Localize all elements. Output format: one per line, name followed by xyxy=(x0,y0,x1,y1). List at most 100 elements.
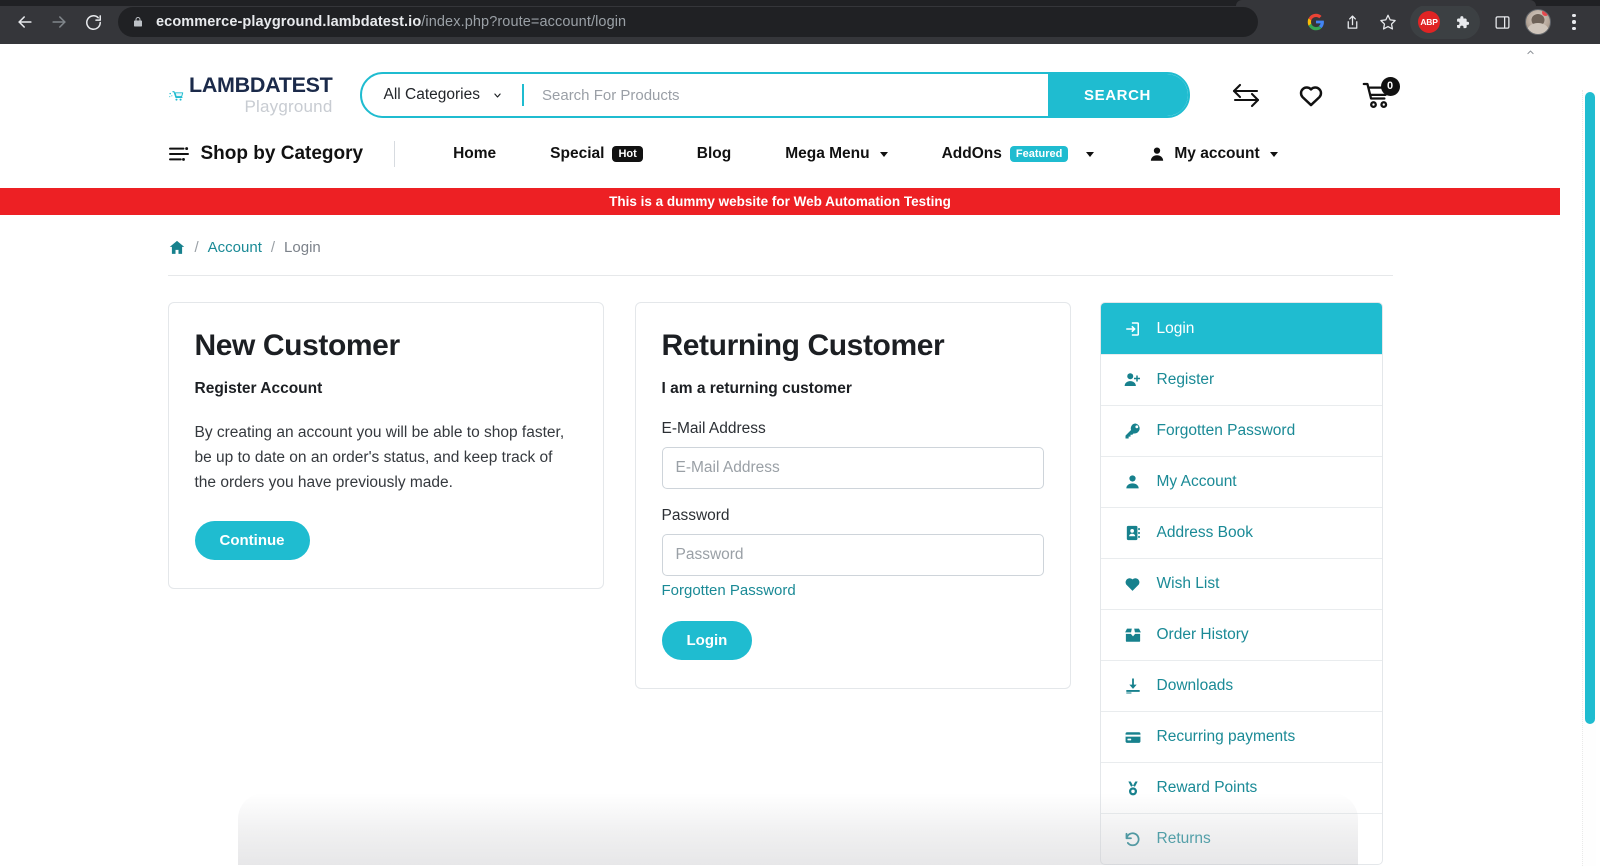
wishlist-heart-icon[interactable] xyxy=(1296,82,1326,109)
new-customer-card: New Customer Register Account By creatin… xyxy=(167,302,604,590)
address-book-icon xyxy=(1123,524,1143,542)
site-logo[interactable]: LAMBDATEST Playground xyxy=(168,74,333,116)
password-field-group: Password xyxy=(661,507,1044,576)
password-input[interactable] xyxy=(661,534,1044,576)
nav-item-label: Blog xyxy=(696,145,732,162)
download-icon xyxy=(1123,677,1143,695)
browser-toolbar-actions: ABP xyxy=(1298,4,1600,40)
sidebar-item-label: My Account xyxy=(1156,473,1237,490)
breadcrumb-current: Login xyxy=(284,239,321,256)
email-input[interactable] xyxy=(661,447,1044,489)
chevron-down-icon xyxy=(494,92,501,98)
three-dots-icon xyxy=(1572,13,1576,31)
user-icon xyxy=(1123,473,1143,491)
forgotten-password-link[interactable]: Forgotten Password xyxy=(662,582,796,599)
sidebar-item-label: Downloads xyxy=(1156,677,1234,694)
sidebar-item-wish-list[interactable]: Wish List xyxy=(1100,558,1382,609)
chevron-down-icon xyxy=(879,151,888,157)
forward-button[interactable] xyxy=(42,5,76,39)
nav-item-label: My account xyxy=(1174,145,1260,162)
page-viewport: LAMBDATEST Playground All Categories Sea… xyxy=(0,44,1600,866)
nav-item-mega-menu[interactable]: Mega Menu xyxy=(758,145,914,163)
undo-arrow-icon xyxy=(1123,830,1143,848)
sidebar-item-label: Reward Points xyxy=(1156,779,1258,796)
login-button[interactable]: Login xyxy=(661,621,753,660)
sidebar-item-order-history[interactable]: Order History xyxy=(1100,609,1382,660)
cart-icon[interactable]: 0 xyxy=(1360,76,1400,110)
adblock-plus-icon[interactable]: ABP xyxy=(1414,7,1444,37)
nav-item-home[interactable]: Home xyxy=(426,145,523,163)
logo-title: LAMBDATEST xyxy=(188,73,333,98)
medal-icon xyxy=(1123,779,1143,798)
nav-item-label: Mega Menu xyxy=(785,145,870,162)
header-row: LAMBDATEST Playground All Categories Sea… xyxy=(168,62,1400,128)
chevron-up-icon[interactable] xyxy=(1522,44,1538,60)
hot-badge: Hot xyxy=(612,146,643,162)
sidebar-item-my-account[interactable]: My Account xyxy=(1100,456,1382,507)
url-domain: ecommerce-playground.lambdatest.io xyxy=(156,14,422,30)
browser-chrome: ecommerce-playground.lambdatest.io/index… xyxy=(0,0,1600,44)
dummy-site-banner-text: This is a dummy website for Web Automati… xyxy=(609,194,951,209)
header-actions: 0 xyxy=(1200,76,1400,110)
url-text: ecommerce-playground.lambdatest.io/index… xyxy=(156,14,626,30)
share-icon[interactable] xyxy=(1334,4,1370,40)
breadcrumb-separator: / xyxy=(194,239,199,256)
category-dropdown[interactable]: All Categories xyxy=(362,74,523,116)
search-button[interactable]: SEARCH xyxy=(1047,74,1188,116)
active-tab[interactable] xyxy=(1236,0,1536,6)
user-plus-icon xyxy=(1123,371,1143,389)
sidebar-item-label: Recurring payments xyxy=(1156,728,1296,745)
extensions-pill: ABP xyxy=(1410,5,1480,39)
sidebar-item-address-book[interactable]: Address Book xyxy=(1100,507,1382,558)
sidebar-item-register[interactable]: Register xyxy=(1100,354,1382,405)
featured-badge: Featured xyxy=(1009,146,1069,162)
search-input[interactable] xyxy=(524,74,1048,116)
nav-item-my-account[interactable]: My account xyxy=(1121,145,1304,163)
cart-count-badge: 0 xyxy=(1380,76,1400,96)
side-panel-icon[interactable] xyxy=(1484,4,1520,40)
avatar xyxy=(1525,9,1551,35)
compare-icon[interactable] xyxy=(1230,82,1262,108)
page-scrollbar-thumb[interactable] xyxy=(1585,92,1595,724)
sidebar-item-returns[interactable]: Returns xyxy=(1100,813,1382,864)
bookmark-star-icon[interactable] xyxy=(1370,4,1406,40)
site-header: LAMBDATEST Playground All Categories Sea… xyxy=(0,44,1560,178)
home-icon[interactable] xyxy=(168,239,186,256)
sidebar-item-label: Wish List xyxy=(1156,575,1220,592)
category-dropdown-label: All Categories xyxy=(383,86,481,103)
shop-by-category-button[interactable]: Shop by Category xyxy=(168,143,363,165)
new-customer-title: New Customer xyxy=(194,329,401,362)
google-icon[interactable] xyxy=(1298,4,1334,40)
breadcrumb-separator: / xyxy=(270,239,276,256)
continue-button[interactable]: Continue xyxy=(194,521,310,561)
url-path: /index.php?route=account/login xyxy=(421,14,627,30)
sidebar-item-recurring-payments[interactable]: Recurring payments xyxy=(1100,711,1382,762)
sidebar-item-label: Register xyxy=(1156,371,1215,388)
address-bar[interactable]: ecommerce-playground.lambdatest.io/index… xyxy=(118,7,1258,37)
returning-customer-title: Returning Customer xyxy=(661,329,945,362)
email-label: E-Mail Address xyxy=(661,420,766,437)
sidebar-item-forgotten-password[interactable]: Forgotten Password xyxy=(1100,405,1382,456)
nav-item-addons[interactable]: AddOns Featured xyxy=(915,145,1122,163)
returning-customer-card: Returning Customer I am a returning cust… xyxy=(634,302,1071,689)
sidebar-item-label: Login xyxy=(1156,319,1195,337)
tab-strip xyxy=(0,0,1600,6)
reload-button[interactable] xyxy=(76,5,110,39)
profile-avatar[interactable] xyxy=(1520,4,1556,40)
page-scrollbar-track[interactable] xyxy=(1582,90,1596,866)
back-button[interactable] xyxy=(8,5,42,39)
email-field-group: E-Mail Address xyxy=(661,420,1044,489)
sidebar-item-reward-points[interactable]: Reward Points xyxy=(1100,762,1382,813)
breadcrumb-account-link[interactable]: Account xyxy=(208,239,262,256)
user-icon xyxy=(1151,147,1164,161)
nav-item-blog[interactable]: Blog xyxy=(670,145,758,163)
nav-item-special[interactable]: Special Hot xyxy=(523,145,670,163)
nav-links: Home Special Hot Blog Mega Menu AddOns F… xyxy=(426,145,1305,163)
login-arrow-icon xyxy=(1123,320,1143,338)
logo-subtitle: Playground xyxy=(244,96,333,116)
puzzle-extensions-icon[interactable] xyxy=(1446,7,1476,37)
chrome-menu-button[interactable] xyxy=(1556,4,1592,40)
sidebar-item-login[interactable]: Login xyxy=(1100,303,1382,354)
sidebar-item-downloads[interactable]: Downloads xyxy=(1100,660,1382,711)
chevron-down-icon xyxy=(1269,151,1278,157)
